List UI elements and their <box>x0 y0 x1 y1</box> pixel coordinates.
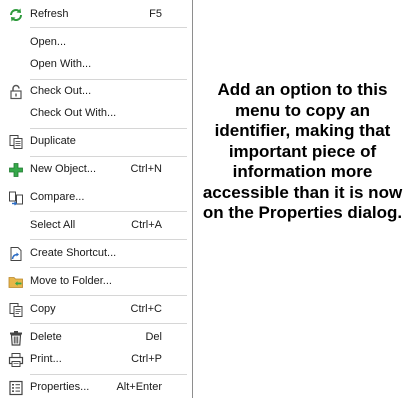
menu-separator <box>30 267 187 268</box>
menu-item-label: Refresh <box>30 8 69 20</box>
menu-separator <box>30 156 187 157</box>
menu-item-create-shortcut[interactable]: Create Shortcut... <box>0 243 192 265</box>
menu-item-label: Open With... <box>30 58 92 70</box>
menu-item-shortcut: Ctrl+C <box>130 303 162 315</box>
annotation-text: Add an option to this menu to copy an id… <box>202 80 403 222</box>
menu-separator <box>30 295 187 296</box>
menu-item-check-out-with[interactable]: Check Out With... <box>0 103 192 125</box>
menu-item-move-to-folder[interactable]: Move to Folder... <box>0 271 192 293</box>
menu-item-label: Copy <box>30 303 56 315</box>
plus-icon <box>8 162 24 178</box>
menu-item-refresh[interactable]: Refresh F5 <box>0 4 192 26</box>
menu-item-open-with[interactable]: Open With... <box>0 54 192 76</box>
menu-separator <box>30 128 187 129</box>
duplicate-icon <box>8 134 24 150</box>
menu-item-shortcut: F5 <box>149 8 162 20</box>
folder-icon <box>8 274 24 290</box>
menu-separator <box>30 239 187 240</box>
menu-item-label: New Object... <box>30 163 97 175</box>
menu-item-label: Move to Folder... <box>30 275 112 287</box>
menu-item-duplicate[interactable]: Duplicate <box>0 131 192 153</box>
menu-item-shortcut: Ctrl+A <box>131 219 162 231</box>
menu-item-open[interactable]: Open... <box>0 32 192 54</box>
context-menu: Refresh F5 Open... Open With... Check Ou… <box>0 0 193 398</box>
menu-item-label: Open... <box>30 36 67 48</box>
menu-item-shortcut: Alt+Enter <box>116 381 162 393</box>
menu-item-new-object[interactable]: New Object... Ctrl+N <box>0 159 192 181</box>
properties-icon <box>8 380 24 396</box>
menu-item-label: Check Out... <box>30 85 92 97</box>
printer-icon <box>8 352 24 368</box>
shortcut-icon <box>8 246 24 262</box>
refresh-icon <box>8 7 24 23</box>
menu-item-copy[interactable]: Copy Ctrl+C <box>0 299 192 321</box>
menu-item-shortcut: Del <box>145 331 162 343</box>
trash-icon <box>8 330 24 346</box>
menu-item-shortcut: Ctrl+P <box>131 353 162 365</box>
menu-item-properties[interactable]: Properties... Alt+Enter <box>0 377 192 399</box>
menu-item-label: Delete <box>30 331 62 343</box>
compare-icon <box>8 190 24 206</box>
menu-item-label: Create Shortcut... <box>30 247 117 259</box>
menu-item-label: Select All <box>30 219 76 231</box>
menu-item-label: Print... <box>30 353 62 365</box>
menu-item-select-all[interactable]: Select All Ctrl+A <box>0 215 192 237</box>
menu-separator <box>30 374 187 375</box>
menu-separator <box>30 323 187 324</box>
menu-separator <box>30 79 187 80</box>
menu-item-shortcut: Ctrl+N <box>130 163 162 175</box>
menu-item-delete[interactable]: Delete Del <box>0 327 192 349</box>
menu-item-label: Check Out With... <box>30 107 117 119</box>
menu-item-compare[interactable]: Compare... <box>0 187 192 209</box>
menu-item-label: Compare... <box>30 191 85 203</box>
lock-icon <box>8 84 24 100</box>
menu-item-print[interactable]: Print... Ctrl+P <box>0 349 192 371</box>
menu-item-label: Duplicate <box>30 135 76 147</box>
menu-item-check-out[interactable]: Check Out... <box>0 81 192 103</box>
copy-icon <box>8 302 24 318</box>
menu-item-label: Properties... <box>30 381 90 393</box>
menu-separator <box>30 27 187 28</box>
menu-separator <box>30 211 187 212</box>
